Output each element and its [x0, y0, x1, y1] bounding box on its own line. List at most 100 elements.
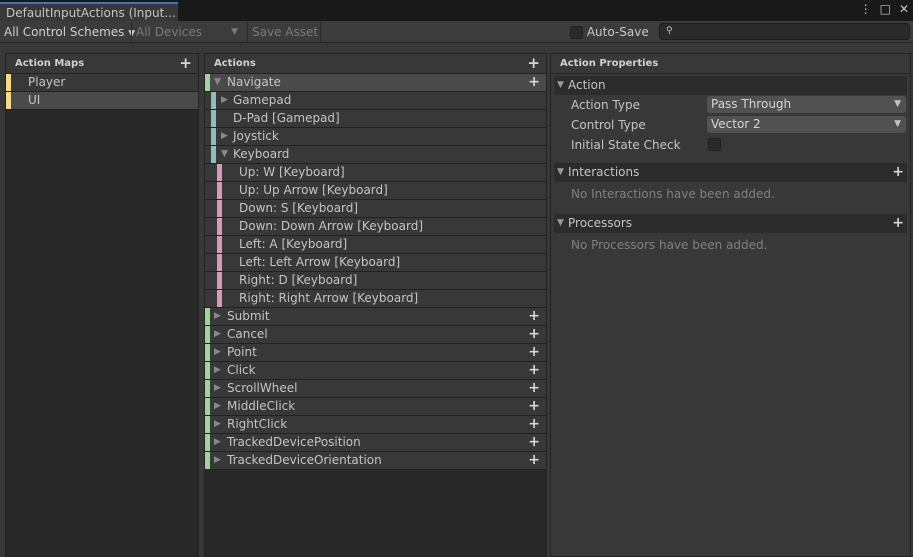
- add-binding-button[interactable]: +: [528, 326, 540, 343]
- item-label: Left: A [Keyboard]: [239, 237, 348, 251]
- chevron-down-icon: ▼: [231, 27, 238, 37]
- binding-item[interactable]: ▶ Joystick: [205, 128, 546, 146]
- add-binding-button[interactable]: +: [528, 416, 540, 433]
- color-bar: [205, 362, 210, 379]
- expanded-arrow-icon[interactable]: ▼: [221, 146, 228, 163]
- binding-item[interactable]: Left: Left Arrow [Keyboard]: [205, 254, 546, 272]
- color-bar: [205, 452, 210, 469]
- add-binding-button[interactable]: +: [528, 434, 540, 451]
- properties-header: Action Properties: [560, 58, 659, 69]
- item-label: Down: S [Keyboard]: [239, 201, 359, 215]
- processors-empty-text: No Processors have been added.: [571, 238, 768, 252]
- close-icon[interactable]: ✕: [899, 2, 909, 16]
- action-item[interactable]: ▶ Submit +: [205, 308, 546, 326]
- item-label: ScrollWheel: [227, 381, 298, 395]
- action-item[interactable]: ▶ MiddleClick +: [205, 398, 546, 416]
- collapsed-arrow-icon[interactable]: ▶: [221, 92, 228, 109]
- more-menu-icon[interactable]: ⋮: [860, 2, 872, 16]
- initial-state-checkbox[interactable]: [708, 138, 721, 151]
- binding-item[interactable]: Right: Right Arrow [Keyboard]: [205, 290, 546, 308]
- auto-save-toggle[interactable]: Auto-Save: [566, 22, 653, 42]
- collapsed-arrow-icon[interactable]: ▶: [214, 380, 221, 397]
- processors-label: Processors: [568, 216, 633, 230]
- add-binding-button[interactable]: +: [528, 308, 540, 325]
- collapsed-arrow-icon[interactable]: ▶: [214, 398, 221, 415]
- color-bar: [217, 254, 222, 271]
- item-label: Cancel: [227, 327, 268, 341]
- binding-item[interactable]: Down: Down Arrow [Keyboard]: [205, 218, 546, 236]
- collapsed-arrow-icon[interactable]: ▶: [214, 308, 221, 325]
- action-map-label: Player: [28, 75, 66, 89]
- add-interaction-button[interactable]: +: [892, 163, 904, 182]
- window-tab[interactable]: DefaultInputActions (Input...: [0, 2, 178, 21]
- action-item[interactable]: ▶ TrackedDevicePosition +: [205, 434, 546, 452]
- action-type-value: Pass Through: [711, 97, 792, 111]
- collapsed-arrow-icon[interactable]: ▶: [221, 128, 228, 145]
- action-maps-panel: Action Maps + Player UI: [5, 53, 199, 557]
- item-label: Down: Down Arrow [Keyboard]: [239, 219, 424, 233]
- add-action-map-button[interactable]: +: [179, 54, 192, 73]
- save-asset-button[interactable]: Save Asset: [248, 22, 322, 42]
- collapse-arrow-icon: ▼: [557, 167, 564, 177]
- add-binding-button[interactable]: +: [528, 380, 540, 397]
- binding-item[interactable]: Up: Up Arrow [Keyboard]: [205, 182, 546, 200]
- add-binding-button[interactable]: +: [528, 344, 540, 361]
- action-section-header[interactable]: ▼ Action: [554, 76, 907, 95]
- color-bar: [205, 434, 210, 451]
- auto-save-checkbox[interactable]: [570, 26, 583, 39]
- binding-item[interactable]: ▶ Gamepad: [205, 92, 546, 110]
- collapsed-arrow-icon[interactable]: ▶: [214, 344, 221, 361]
- color-bar: [217, 290, 222, 307]
- binding-item[interactable]: Up: W [Keyboard]: [205, 164, 546, 182]
- search-input[interactable]: ⚲: [659, 23, 910, 40]
- maximize-icon[interactable]: □: [880, 2, 891, 16]
- add-binding-button[interactable]: +: [528, 74, 540, 91]
- action-item[interactable]: ▶ ScrollWheel +: [205, 380, 546, 398]
- color-bar: [217, 236, 222, 253]
- color-bar: [217, 218, 222, 235]
- color-bar: [217, 272, 222, 289]
- add-action-button[interactable]: +: [527, 54, 540, 73]
- color-bar: [217, 182, 222, 199]
- add-binding-button[interactable]: +: [528, 452, 540, 469]
- collapsed-arrow-icon[interactable]: ▶: [214, 452, 221, 469]
- collapsed-arrow-icon[interactable]: ▶: [214, 362, 221, 379]
- action-map-item[interactable]: Player: [6, 74, 198, 92]
- action-item[interactable]: ▶ TrackedDeviceOrientation +: [205, 452, 546, 470]
- binding-item[interactable]: Left: A [Keyboard]: [205, 236, 546, 254]
- action-item[interactable]: ▶ Click +: [205, 362, 546, 380]
- add-binding-button[interactable]: +: [528, 398, 540, 415]
- processors-section-header[interactable]: ▼ Processors +: [554, 214, 907, 233]
- control-type-dropdown[interactable]: Vector 2 ▼: [707, 116, 906, 133]
- action-item[interactable]: ▶ Cancel +: [205, 326, 546, 344]
- color-bar: [205, 344, 210, 361]
- control-schemes-dropdown[interactable]: All Control Schemes ▼: [0, 22, 139, 42]
- expanded-arrow-icon[interactable]: ▼: [214, 74, 221, 91]
- actions-panel: Actions + ▼ Navigate + ▶ Gamepad D-Pad [Gamepa…: [204, 53, 547, 557]
- color-bar: [6, 74, 11, 91]
- collapsed-arrow-icon[interactable]: ▶: [214, 434, 221, 451]
- item-label: Joystick: [233, 129, 279, 143]
- color-bar: [211, 146, 216, 163]
- action-properties-panel: Action Properties ▼ Action Action Type Pa…: [550, 53, 911, 557]
- devices-label: All Devices: [136, 25, 202, 39]
- binding-item[interactable]: Down: S [Keyboard]: [205, 200, 546, 218]
- action-item[interactable]: ▼ Navigate +: [205, 74, 546, 92]
- binding-item[interactable]: ▼ Keyboard: [205, 146, 546, 164]
- add-binding-button[interactable]: +: [528, 362, 540, 379]
- item-label: RightClick: [227, 417, 288, 431]
- add-processor-button[interactable]: +: [892, 214, 904, 233]
- interactions-section-header[interactable]: ▼ Interactions +: [554, 163, 907, 182]
- action-item[interactable]: ▶ Point +: [205, 344, 546, 362]
- initial-state-check-label: Initial State Check: [571, 138, 681, 152]
- devices-dropdown[interactable]: All Devices ▼: [132, 22, 242, 42]
- binding-item[interactable]: D-Pad [Gamepad]: [205, 110, 546, 128]
- action-type-dropdown[interactable]: Pass Through ▼: [707, 96, 906, 113]
- binding-item[interactable]: Right: D [Keyboard]: [205, 272, 546, 290]
- color-bar: [6, 92, 11, 109]
- action-item[interactable]: ▶ RightClick +: [205, 416, 546, 434]
- action-map-item[interactable]: UI: [6, 92, 198, 110]
- collapsed-arrow-icon[interactable]: ▶: [214, 416, 221, 433]
- collapsed-arrow-icon[interactable]: ▶: [214, 326, 221, 343]
- color-bar: [205, 380, 210, 397]
